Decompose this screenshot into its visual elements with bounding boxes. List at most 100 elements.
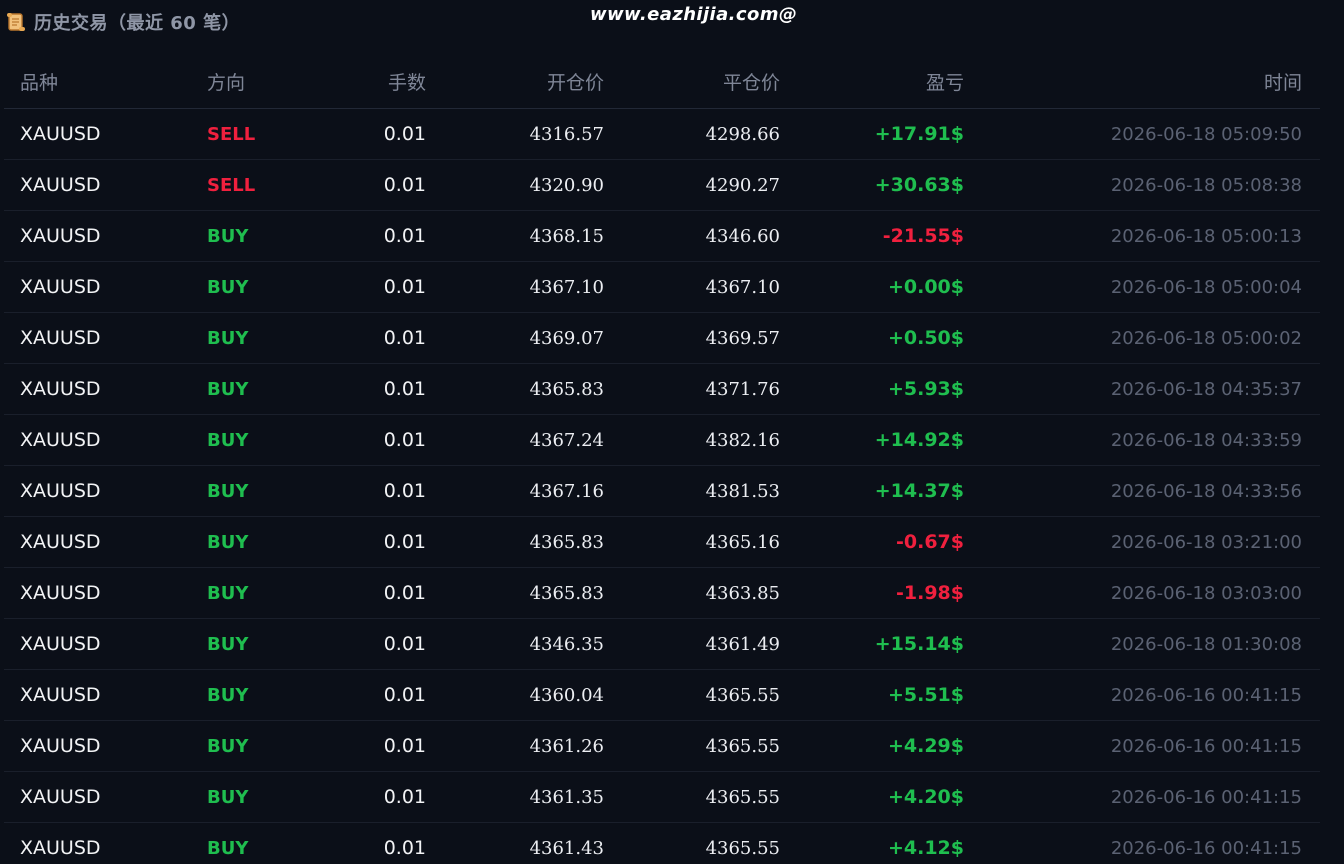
open-price-cell: 4367.24 <box>529 429 604 451</box>
table-header-row: 品种 方向 手数 开仓价 平仓价 盈亏 时间 <box>4 54 1320 109</box>
time-cell: 2026-06-16 00:41:15 <box>1110 837 1302 859</box>
table-row[interactable]: XAUUSD BUY 0.01 4367.10 4367.10 +0.00$ 2026-06… <box>4 262 1320 313</box>
direction-cell: BUY <box>207 786 249 808</box>
close-price-cell: 4382.16 <box>705 429 780 451</box>
lots-cell: 0.01 <box>383 633 426 655</box>
column-header-time: 时间 <box>1263 71 1302 94</box>
section-title: 历史交易（最近 60 笔） <box>34 13 241 34</box>
symbol-cell: XAUUSD <box>20 174 101 196</box>
table-row[interactable]: XAUUSD BUY 0.01 4367.16 4381.53 +14.37$ 2026-0… <box>4 466 1320 517</box>
table-row[interactable]: XAUUSD SELL 0.01 4320.90 4290.27 +30.63$ 2026-… <box>4 160 1320 211</box>
watermark: www.eazhijia.com@ <box>590 4 798 25</box>
pnl-cell: +4.29$ <box>887 735 964 757</box>
open-price-cell: 4361.35 <box>529 786 604 808</box>
table-row[interactable]: XAUUSD BUY 0.01 4346.35 4361.49 +15.14$ 2026-0… <box>4 619 1320 670</box>
time-cell: 2026-06-18 05:00:13 <box>1110 225 1302 247</box>
close-price-cell: 4298.66 <box>705 123 780 145</box>
table-row[interactable]: XAUUSD SELL 0.01 4316.57 4298.66 +17.91$ 2026-… <box>4 109 1320 160</box>
direction-cell: BUY <box>207 582 249 604</box>
direction-cell: SELL <box>207 174 256 196</box>
open-price-cell: 4316.57 <box>529 123 604 145</box>
lots-cell: 0.01 <box>383 582 426 604</box>
time-cell: 2026-06-18 05:08:38 <box>1110 174 1302 196</box>
close-price-cell: 4369.57 <box>705 327 780 349</box>
open-price-cell: 4367.10 <box>529 276 604 298</box>
pnl-cell: +30.63$ <box>874 174 964 196</box>
symbol-cell: XAUUSD <box>20 684 101 706</box>
pnl-cell: +14.92$ <box>874 429 964 451</box>
lots-cell: 0.01 <box>383 123 426 145</box>
close-price-cell: 4371.76 <box>705 378 780 400</box>
open-price-cell: 4368.15 <box>529 225 604 247</box>
time-cell: 2026-06-18 04:33:59 <box>1110 429 1302 451</box>
table-row[interactable]: XAUUSD BUY 0.01 4361.26 4365.55 +4.29$ 2026-06… <box>4 721 1320 772</box>
pnl-cell: +0.00$ <box>887 276 964 298</box>
close-price-cell: 4367.10 <box>705 276 780 298</box>
table-row[interactable]: XAUUSD BUY 0.01 4368.15 4346.60 -21.55$ 2026-0… <box>4 211 1320 262</box>
open-price-cell: 4346.35 <box>529 633 604 655</box>
column-header-direction: 方向 <box>207 71 246 94</box>
close-price-cell: 4290.27 <box>705 174 780 196</box>
symbol-cell: XAUUSD <box>20 582 101 604</box>
direction-cell: BUY <box>207 429 249 451</box>
pnl-cell: +4.20$ <box>887 786 964 808</box>
pnl-cell: +17.91$ <box>874 123 964 145</box>
direction-cell: BUY <box>207 837 249 859</box>
lots-cell: 0.01 <box>383 327 426 349</box>
close-price-cell: 4365.55 <box>705 735 780 757</box>
direction-cell: BUY <box>207 684 249 706</box>
close-price-cell: 4346.60 <box>705 225 780 247</box>
time-cell: 2026-06-18 03:21:00 <box>1110 531 1302 553</box>
trade-history-table: 品种 方向 手数 开仓价 平仓价 盈亏 时间 XAUUSD SELL 0.01 431… <box>4 54 1320 864</box>
section-header: 历史交易（最近 60 笔） <box>6 6 240 38</box>
open-price-cell: 4365.83 <box>529 531 604 553</box>
lots-cell: 0.01 <box>383 276 426 298</box>
open-price-cell: 4360.04 <box>529 684 604 706</box>
symbol-cell: XAUUSD <box>20 429 101 451</box>
open-price-cell: 4361.43 <box>529 837 604 859</box>
symbol-cell: XAUUSD <box>20 735 101 757</box>
close-price-cell: 4361.49 <box>705 633 780 655</box>
column-header-lots: 手数 <box>387 71 426 94</box>
lots-cell: 0.01 <box>383 480 426 502</box>
direction-cell: BUY <box>207 633 249 655</box>
direction-cell: BUY <box>207 276 249 298</box>
direction-cell: BUY <box>207 327 249 349</box>
table-row[interactable]: XAUUSD BUY 0.01 4365.83 4365.16 -0.67$ 2026-06… <box>4 517 1320 568</box>
close-price-cell: 4365.55 <box>705 786 780 808</box>
time-cell: 2026-06-18 04:35:37 <box>1110 378 1302 400</box>
column-header-symbol: 品种 <box>20 71 59 94</box>
pnl-cell: +0.50$ <box>887 327 964 349</box>
scroll-icon <box>6 11 26 33</box>
open-price-cell: 4361.26 <box>529 735 604 757</box>
pnl-cell: +15.14$ <box>874 633 964 655</box>
table-row[interactable]: XAUUSD BUY 0.01 4365.83 4371.76 +5.93$ 2026-06… <box>4 364 1320 415</box>
close-price-cell: 4365.55 <box>705 684 780 706</box>
time-cell: 2026-06-18 01:30:08 <box>1110 633 1302 655</box>
open-price-cell: 4369.07 <box>529 327 604 349</box>
lots-cell: 0.01 <box>383 837 426 859</box>
table-row[interactable]: XAUUSD BUY 0.01 4361.43 4365.55 +4.12$ 2026-06… <box>4 823 1320 864</box>
column-header-pnl: 盈亏 <box>925 71 964 94</box>
time-cell: 2026-06-18 05:00:04 <box>1110 276 1302 298</box>
symbol-cell: XAUUSD <box>20 123 101 145</box>
direction-cell: BUY <box>207 735 249 757</box>
open-price-cell: 4320.90 <box>529 174 604 196</box>
trade-history-page: 历史交易（最近 60 笔） www.eazhijia.com@ 品种 方向 手数… <box>0 0 1344 864</box>
time-cell: 2026-06-18 04:33:56 <box>1110 480 1302 502</box>
pnl-cell: -1.98$ <box>896 582 964 604</box>
pnl-cell: +5.51$ <box>887 684 964 706</box>
table-row[interactable]: XAUUSD BUY 0.01 4367.24 4382.16 +14.92$ 2026-0… <box>4 415 1320 466</box>
open-price-cell: 4365.83 <box>529 378 604 400</box>
table-row[interactable]: XAUUSD BUY 0.01 4369.07 4369.57 +0.50$ 2026-06… <box>4 313 1320 364</box>
table-row[interactable]: XAUUSD BUY 0.01 4361.35 4365.55 +4.20$ 2026-06… <box>4 772 1320 823</box>
symbol-cell: XAUUSD <box>20 327 101 349</box>
symbol-cell: XAUUSD <box>20 276 101 298</box>
table-row[interactable]: XAUUSD BUY 0.01 4360.04 4365.55 +5.51$ 2026-06… <box>4 670 1320 721</box>
table-row[interactable]: XAUUSD BUY 0.01 4365.83 4363.85 -1.98$ 2026-06… <box>4 568 1320 619</box>
column-header-close-price: 平仓价 <box>722 71 780 94</box>
pnl-cell: -0.67$ <box>896 531 964 553</box>
symbol-cell: XAUUSD <box>20 837 101 859</box>
direction-cell: BUY <box>207 225 249 247</box>
pnl-cell: +14.37$ <box>874 480 964 502</box>
